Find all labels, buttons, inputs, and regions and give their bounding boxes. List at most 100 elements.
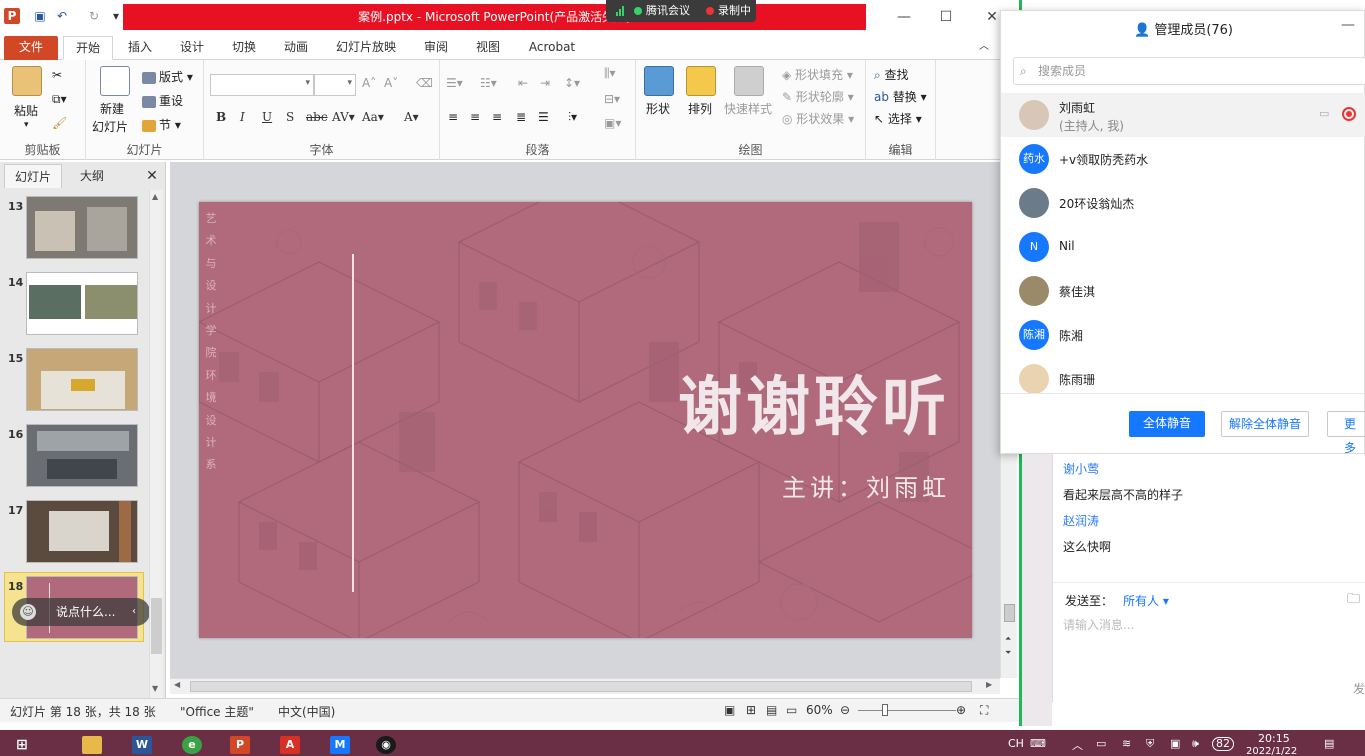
change-case-icon[interactable]: Aa▾ [362,110,384,124]
text-direction-icon[interactable]: ⫼▾ [604,66,616,81]
scroll-down-icon[interactable]: ▼ [152,684,158,693]
unmute-all-button[interactable]: 解除全体静音 [1221,411,1309,437]
minimize-button[interactable]: — [892,6,916,28]
paste-dropdown-icon[interactable]: ▾ [24,120,29,130]
vertical-scroll-thumb[interactable] [1004,604,1015,622]
close-pane-icon[interactable]: ✕ [142,164,162,188]
new-slide-button[interactable]: 新建 [100,100,124,117]
keyboard-icon[interactable]: ⌨ [1030,737,1046,750]
tab-slides[interactable]: 幻灯片 [4,164,62,188]
previous-slide-icon[interactable]: ⏶ [1005,634,1011,644]
underline-icon[interactable]: U [262,110,272,124]
slide-thumbnail-17[interactable] [26,500,138,563]
emoji-icon[interactable]: ☺ [20,604,36,620]
chat-sender[interactable]: 谢小莺 [1063,460,1099,477]
shape-outline-button[interactable]: ✎ 形状轮廓 ▾ [782,88,854,105]
member-row[interactable]: 刘雨虹 (主持人, 我) ▭ [1001,93,1365,137]
slide-title[interactable]: 谢谢聆听 [678,356,950,448]
copy-icon[interactable]: ⧉▾ [52,92,67,107]
shrink-font-icon[interactable]: A˅ [384,76,398,90]
shapes-button[interactable]: 形状 [646,100,670,117]
shape-fill-button[interactable]: ◈ 形状填充 ▾ [782,66,853,83]
line-spacing-icon[interactable]: ↕▾ [564,76,580,90]
tab-insert[interactable]: 插入 [118,36,162,60]
network-adapter-icon[interactable]: ▭ [1096,737,1106,750]
tab-view[interactable]: 视图 [466,36,510,60]
tab-slideshow[interactable]: 幻灯片放映 [330,36,402,60]
clock-date[interactable]: 2022/1/22 [1246,746,1297,756]
clear-formatting-icon[interactable]: ⌫ [416,76,433,90]
bullets-icon[interactable]: ☰▾ [446,76,463,90]
slide-sorter-icon[interactable]: ⊞ [746,703,756,717]
italic-icon[interactable]: I [240,110,245,124]
language[interactable]: 中文(中国) [278,703,335,720]
folder-icon[interactable]: 🗀 [1347,590,1360,612]
arrange-icon[interactable] [686,66,716,96]
member-search-input[interactable]: ⌕ 搜索成员 [1013,57,1365,85]
zoom-out-icon[interactable]: ⊖ [840,703,850,717]
input-method[interactable]: CH [1008,737,1024,750]
slide-thumbnail-13[interactable] [26,196,138,259]
distributed-icon[interactable]: ☰ [538,110,549,124]
word-icon[interactable]: W [132,736,152,754]
more-button[interactable]: 更多 [1327,411,1365,455]
align-right-icon[interactable]: ≡ [492,110,502,124]
layout-button[interactable]: 版式 ▾ [142,68,193,85]
new-slide-button-line2[interactable]: 幻灯片 [92,118,128,135]
reading-view-icon[interactable]: ▤ [766,703,777,717]
powerpoint-app-icon[interactable]: P [4,8,20,24]
zoom-slider[interactable] [858,710,956,711]
slide-speaker[interactable]: 主讲：刘雨虹 [782,468,950,503]
new-slide-icon[interactable] [100,66,130,96]
tab-acrobat[interactable]: Acrobat [522,36,582,60]
shield-icon[interactable]: ⛨ [1146,737,1154,751]
smartart-icon[interactable]: ▣▾ [604,116,621,130]
meeting-status-bar[interactable]: 腾讯会议 录制中 [606,0,756,22]
send-to-dropdown[interactable]: 所有人 ▾ [1123,592,1169,609]
redo-icon[interactable]: ↻ [86,8,102,24]
powerpoint-icon[interactable]: P [230,736,250,754]
align-center-icon[interactable]: ≡ [470,110,480,124]
pane-scrollbar[interactable]: ▲ ▼ [149,190,163,698]
tab-file[interactable]: 文件 [4,36,58,60]
slide-thumbnail-15[interactable] [26,348,138,411]
align-left-icon[interactable]: ≡ [448,110,458,124]
wifi-icon[interactable]: ≋ [1122,737,1131,750]
shape-effects-button[interactable]: ◎ 形状效果 ▾ [782,110,854,127]
maximize-button[interactable]: ☐ [934,6,958,28]
tab-design[interactable]: 设计 [170,36,214,60]
fit-to-window-icon[interactable]: ⛶ [980,703,988,718]
chevron-left-icon[interactable]: ‹ [132,598,136,626]
quick-styles-icon[interactable] [734,66,764,96]
font-color-icon[interactable]: A▾ [404,110,419,124]
display-icon[interactable]: ▣ [1170,737,1180,750]
paste-button[interactable]: 粘贴 [14,102,38,119]
normal-view-icon[interactable]: ▣ [724,703,735,717]
collapse-ribbon-icon[interactable]: ︿ [976,36,992,60]
tab-animations[interactable]: 动画 [274,36,318,60]
notification-icon[interactable]: ▤ [1324,737,1334,750]
acrobat-icon[interactable]: A [280,736,300,754]
chat-input-pill[interactable]: ☺ 说点什么... ‹ [12,598,150,626]
character-spacing-icon[interactable]: AV▾ [332,110,355,124]
slideshow-icon[interactable]: ▭ [786,703,797,717]
decrease-indent-icon[interactable]: ⇤ [518,76,528,90]
cut-icon[interactable]: ✂ [52,68,62,82]
member-row[interactable]: 陈湘 陈湘 [1001,313,1365,357]
member-row[interactable]: 陈雨珊 [1001,357,1365,394]
find-button[interactable]: ⌕ 查找 [874,66,909,83]
slide-thumbnail-14[interactable] [26,272,138,335]
zoom-level[interactable]: 60% [806,703,833,717]
chat-sender[interactable]: 赵润涛 [1063,512,1099,529]
send-button[interactable]: 发 [1353,680,1365,697]
bold-icon[interactable]: B [216,110,226,124]
scroll-left-icon[interactable]: ◀ [174,680,180,689]
reset-button[interactable]: 重设 [142,92,183,109]
tray-chevron-icon[interactable]: ︿ [1072,737,1083,753]
select-button[interactable]: ↖ 选择 ▾ [874,110,922,127]
current-slide[interactable]: 艺 术 与 设 计 学 院 环 境 设 计 系 谢谢聆听 主讲：刘雨虹 [199,202,972,638]
battery-level[interactable]: 82 [1212,737,1234,751]
browser-icon[interactable]: e [182,736,202,754]
zoom-slider-thumb[interactable] [882,704,888,716]
font-name-combo[interactable]: ▾ [210,74,314,96]
